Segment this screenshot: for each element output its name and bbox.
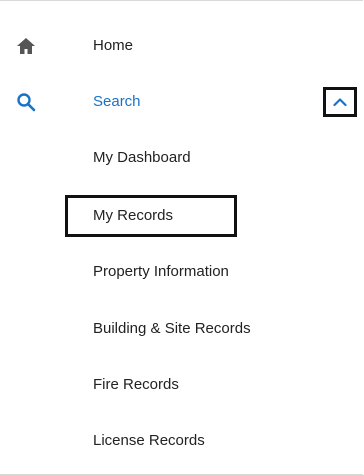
search-icon <box>14 90 38 114</box>
nav-item-search-label: Search <box>93 93 141 110</box>
submenu-item-label: License Records <box>93 432 205 449</box>
submenu-item-label: My Dashboard <box>93 149 191 166</box>
submenu-item-my-dashboard[interactable]: My Dashboard <box>0 141 363 175</box>
submenu-item-license-records[interactable]: License Records <box>0 424 363 458</box>
nav-item-home[interactable]: Home <box>0 26 363 66</box>
chevron-up-icon <box>333 97 347 107</box>
submenu-item-label: Property Information <box>93 263 229 280</box>
submenu-item-label: Fire Records <box>93 376 179 393</box>
submenu-item-my-records[interactable]: My Records <box>0 199 363 233</box>
collapse-search-button[interactable] <box>323 87 357 117</box>
nav-item-home-label: Home <box>93 37 134 54</box>
navigation-menu: Home Search My Dashboard My Records Prop… <box>0 0 363 475</box>
submenu-item-label: Building & Site Records <box>93 320 251 337</box>
submenu-item-property-information[interactable]: Property Information <box>0 255 363 289</box>
submenu-item-label: My Records <box>93 207 174 224</box>
submenu-item-fire-records[interactable]: Fire Records <box>0 368 363 402</box>
nav-item-search[interactable]: Search <box>0 82 363 122</box>
home-icon <box>14 34 38 58</box>
submenu-item-building-site-records[interactable]: Building & Site Records <box>0 312 363 346</box>
